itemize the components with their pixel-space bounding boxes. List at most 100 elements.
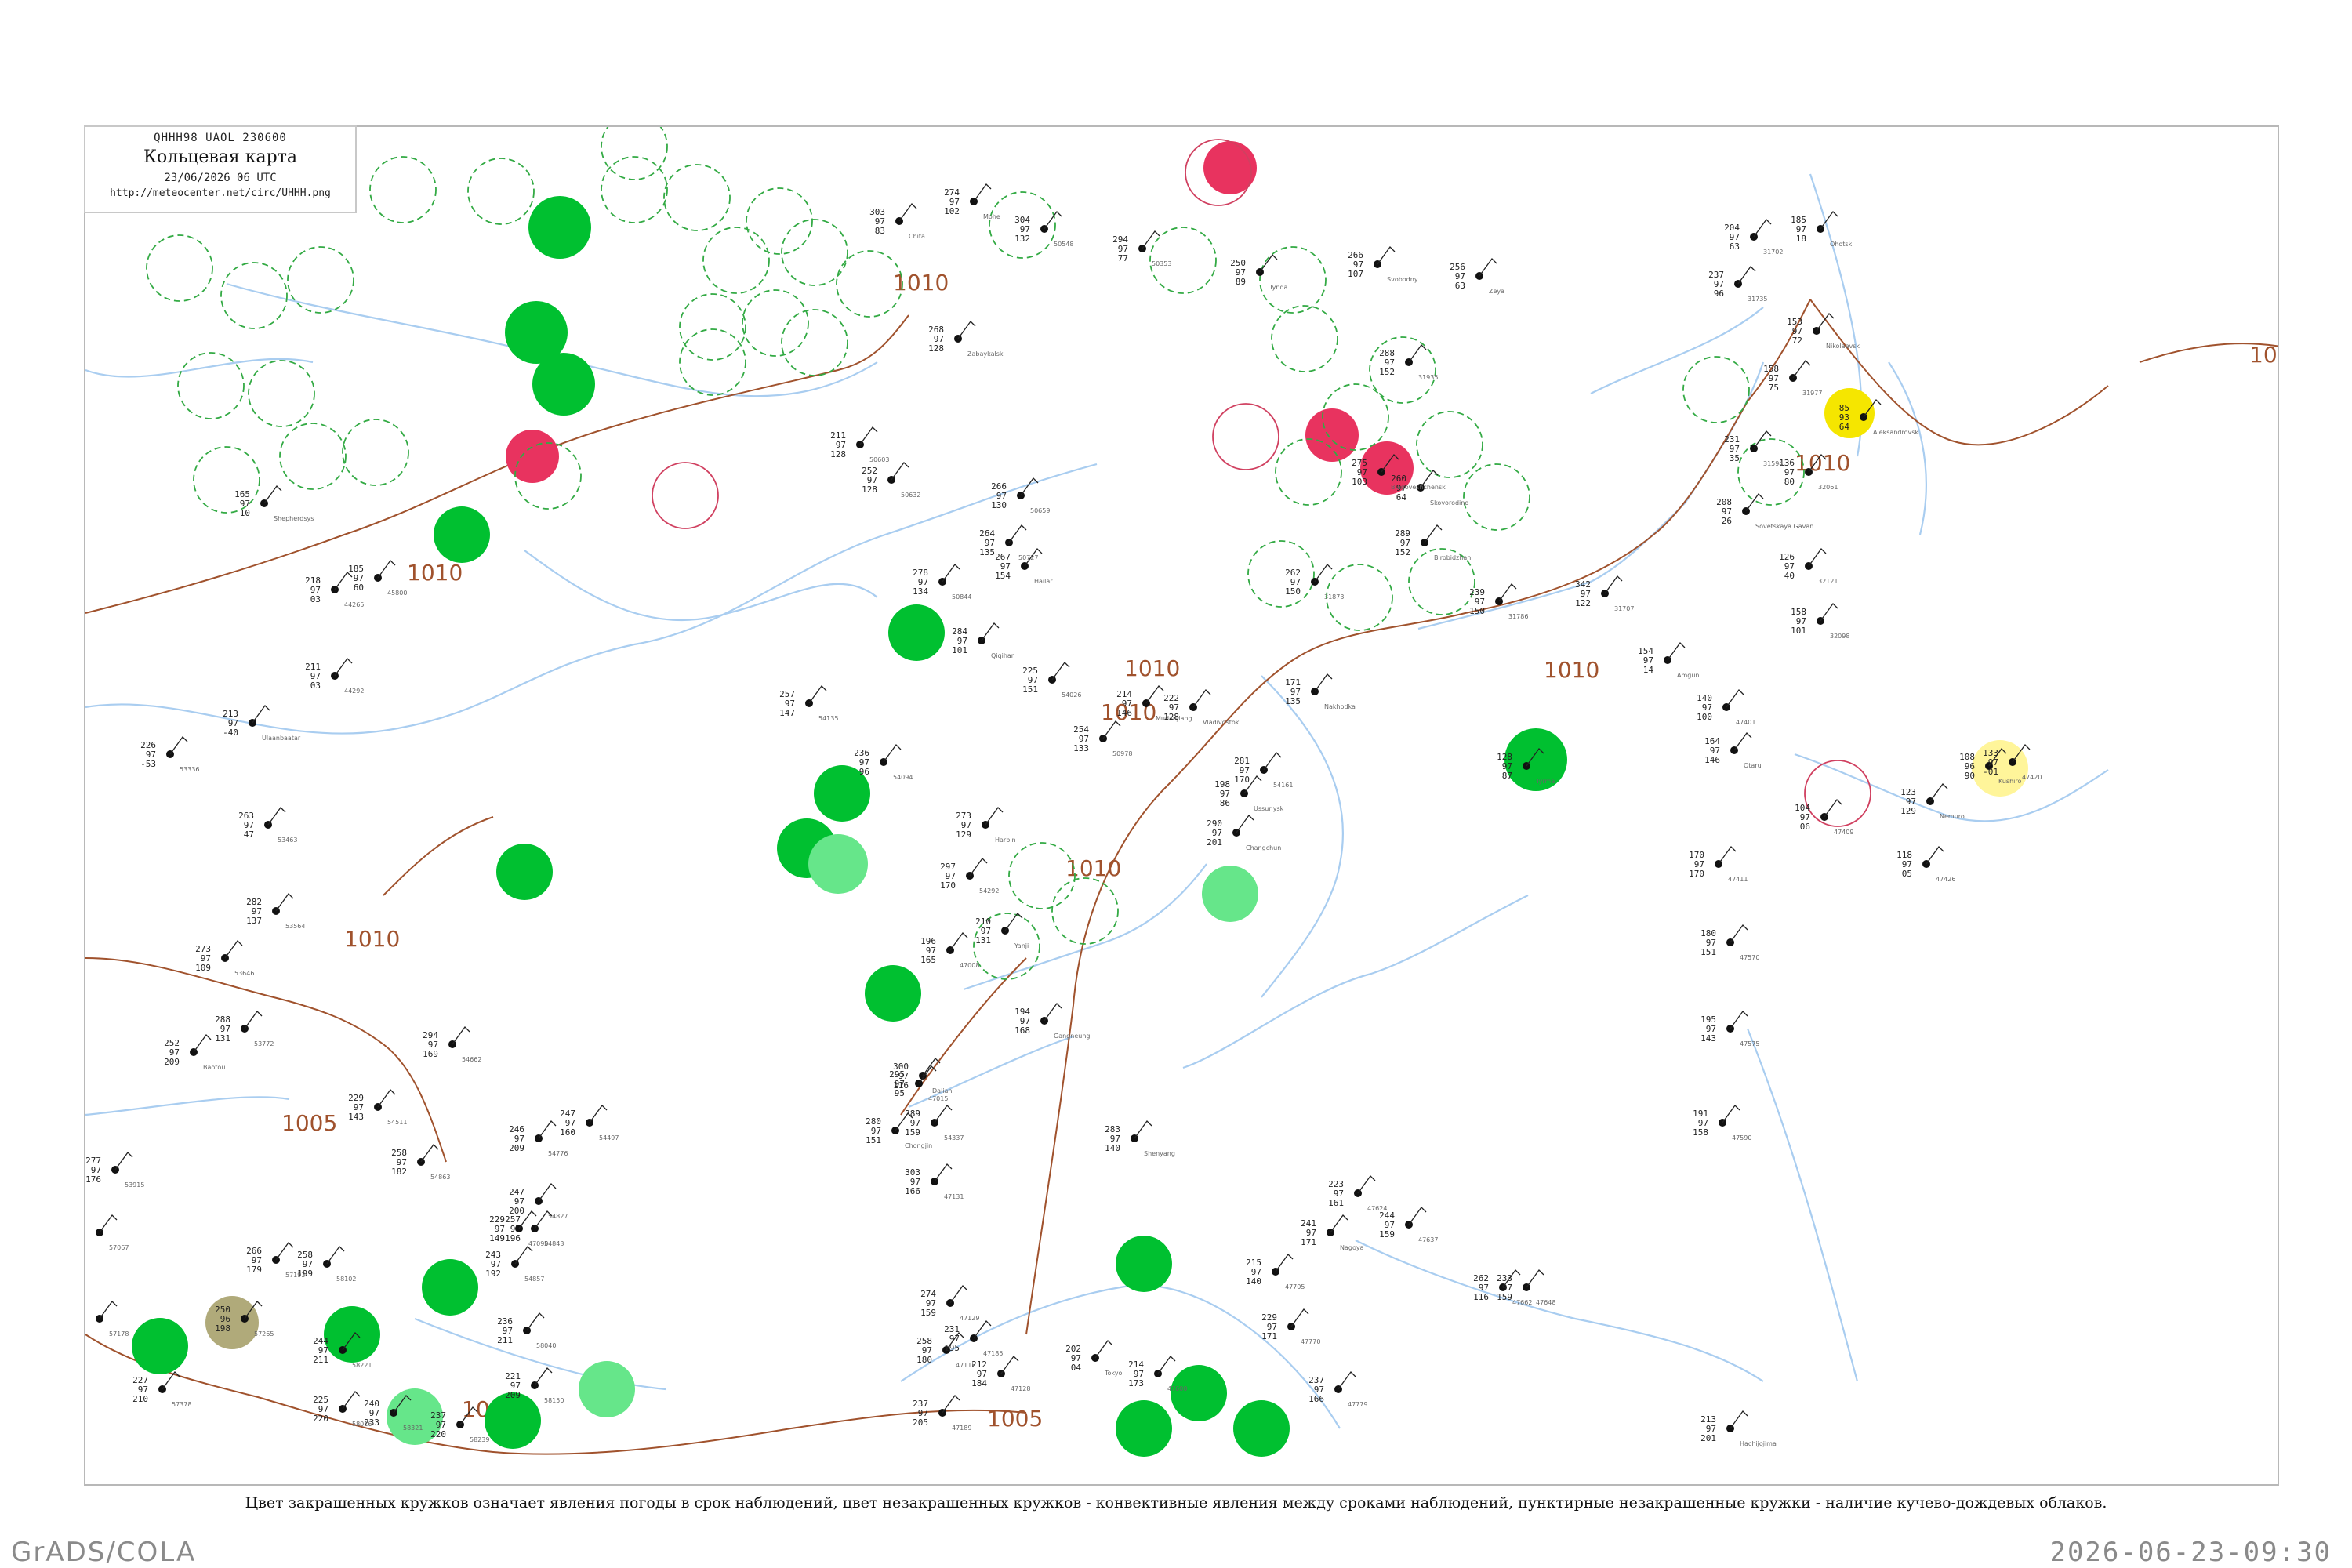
station-name: 31935 xyxy=(1418,374,1438,381)
software-credit: GrADS/COLA xyxy=(11,1537,197,1568)
station-plot: 24197171Nagoya xyxy=(1301,1214,1364,1251)
station-name: 32061 xyxy=(1818,484,1838,491)
isobar-label: 1005 xyxy=(987,1406,1043,1432)
station-plot: 2899715954337 xyxy=(905,1105,964,1142)
station-plot: 2669713050659 xyxy=(991,477,1050,514)
station-dewpoint: 171 xyxy=(1301,1237,1316,1247)
station-dewpoint: 96 xyxy=(859,767,869,777)
station-dewpoint: 80 xyxy=(1784,477,1795,487)
cumulonimbus-ring xyxy=(679,293,746,361)
station-name: Shenyang xyxy=(1144,1150,1175,1157)
isobar-label: 1010 xyxy=(344,926,400,952)
station-plot: 28397140Shenyang xyxy=(1105,1120,1175,1157)
station-plot: 2369721158040 xyxy=(497,1312,556,1349)
station-name: 54497 xyxy=(599,1134,619,1142)
station-name: 47779 xyxy=(1348,1401,1367,1408)
isobar-label: 1005 xyxy=(281,1110,337,1136)
station-name: Tyrma xyxy=(1535,778,1555,785)
station-name: 50548 xyxy=(1054,241,1073,248)
station-name: 47015 xyxy=(928,1095,948,1102)
station-dewpoint: 140 xyxy=(1105,1143,1120,1153)
cumulonimbus-ring xyxy=(279,423,347,490)
station-dewpoint: 209 xyxy=(505,1390,521,1400)
rain-marker xyxy=(485,1392,541,1449)
rain-marker xyxy=(532,353,595,416)
station-dewpoint: 72 xyxy=(1792,336,1802,346)
station-name: Kushiro xyxy=(1998,778,2021,785)
station-dewpoint: 147 xyxy=(779,708,795,718)
station-dewpoint: 87 xyxy=(1502,771,1512,781)
station-dewpoint: 128 xyxy=(830,449,846,459)
station-plot: 3039783Chita xyxy=(869,203,925,240)
station-name: 53772 xyxy=(254,1040,274,1047)
station-plot: 211970344292 xyxy=(305,658,364,695)
cumulonimbus-ring xyxy=(781,219,848,286)
cumulonimbus-ring xyxy=(601,156,668,223)
station-dewpoint: 166 xyxy=(1308,1394,1324,1404)
station-plot: 22697-5353336 xyxy=(140,736,199,773)
station-name: 54135 xyxy=(818,715,838,722)
bulletin-code: QHHH98 UAOL 230600 xyxy=(154,132,287,144)
rain-marker xyxy=(1171,1365,1227,1421)
rain-marker xyxy=(132,1318,188,1374)
station-name: Gangneung xyxy=(1054,1033,1090,1040)
station-name: Tynda xyxy=(1269,284,1288,291)
station-plot: 1969716547008 xyxy=(920,932,979,969)
station-dewpoint: 109 xyxy=(195,963,211,973)
station-dewpoint: 152 xyxy=(1379,367,1395,377)
station-name: 58321 xyxy=(403,1425,423,1432)
station-plot: 22297128Vladivostok xyxy=(1163,689,1240,726)
cumulonimbus-ring xyxy=(601,127,668,180)
map-frame: 1010 1010 1010 1010 1010 1010 1005 1005 … xyxy=(84,125,2279,1486)
station-dewpoint: 160 xyxy=(560,1127,575,1138)
cumulonimbus-ring xyxy=(742,289,809,357)
station-name: 50844 xyxy=(952,593,971,601)
station-plot: 2589719958102 xyxy=(297,1246,356,1283)
station-dewpoint: 146 xyxy=(1704,755,1720,765)
station-name: 47090 xyxy=(528,1240,548,1247)
station-plot: 237979631735 xyxy=(1708,266,1767,303)
station-name: 32098 xyxy=(1830,633,1849,640)
station-dewpoint: 90 xyxy=(1965,771,1975,781)
station-dewpoint: 83 xyxy=(875,226,885,236)
legend-caption: Цвет закрашенных кружков означает явлени… xyxy=(245,1494,2107,1512)
station-plots: 1859760458001659710Shepherdsys2189703442… xyxy=(85,183,2042,1447)
station-name: Svobodny xyxy=(1387,276,1418,283)
station-dewpoint: 101 xyxy=(952,645,967,655)
station-name: 58221 xyxy=(352,1362,372,1369)
station-dewpoint: 182 xyxy=(391,1167,407,1177)
thunderstorm-marker xyxy=(1305,408,1359,462)
station-dewpoint: 166 xyxy=(905,1186,920,1196)
station-name: 47401 xyxy=(1736,719,1755,726)
station-dewpoint: 26 xyxy=(1722,516,1732,526)
station-dewpoint: 159 xyxy=(1379,1229,1395,1240)
station-name: Ussuriysk xyxy=(1254,805,1284,812)
station-dewpoint: 128 xyxy=(862,485,877,495)
station-name: 47648 xyxy=(1536,1299,1555,1306)
station-name: 53463 xyxy=(278,837,297,844)
station-name: 47420 xyxy=(2022,774,2042,781)
station-dewpoint: 184 xyxy=(971,1378,987,1388)
station-name: 31594 xyxy=(1763,460,1783,467)
cumulonimbus-ring xyxy=(369,156,437,223)
station-name: 50353 xyxy=(1152,260,1171,267)
station-plot: 2479720054827 xyxy=(509,1183,568,1220)
station-dewpoint: 159 xyxy=(1497,1292,1512,1302)
station-plot: 2129718447128 xyxy=(971,1356,1030,1392)
station-dewpoint: 210 xyxy=(132,1394,148,1404)
station-name: 31873 xyxy=(1324,593,1344,601)
station-dewpoint: 195 xyxy=(944,1343,960,1353)
station-plot: 2319719547185 xyxy=(944,1320,1003,1357)
station-plot: 27497102Mohe xyxy=(944,183,1000,220)
station-name: 54026 xyxy=(1062,691,1081,699)
station-plot: 21097131Yanji xyxy=(975,913,1029,949)
station-plot: 1659710Shepherdsys xyxy=(234,485,314,522)
station-plot: 28997152Birobidzhan xyxy=(1395,524,1471,561)
station-name: Otaru xyxy=(1744,762,1762,769)
cumulonimbus-ring xyxy=(287,246,354,314)
station-name: 57178 xyxy=(109,1330,129,1338)
station-dewpoint: 86 xyxy=(1220,798,1230,808)
station-plot: 2379716647779 xyxy=(1308,1371,1367,1408)
station-plot: 2579714754135 xyxy=(779,685,838,722)
station-dewpoint: 146 xyxy=(1116,708,1132,718)
